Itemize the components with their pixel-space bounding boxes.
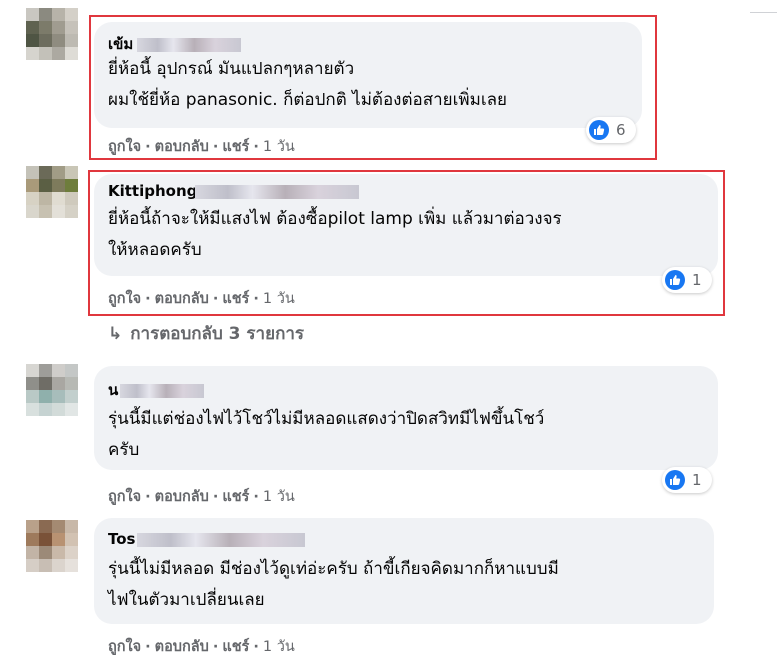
like-button[interactable]: ถูกใจ	[108, 489, 141, 505]
reply-arrow-icon: ↳	[108, 324, 123, 344]
blurred-name	[137, 532, 306, 547]
commenter-name[interactable]: Tos	[108, 530, 306, 548]
avatar[interactable]	[26, 166, 78, 218]
avatar[interactable]	[26, 364, 78, 416]
highlight-box	[88, 170, 725, 316]
highlight-box	[89, 15, 657, 160]
timestamp[interactable]: 1 วัน	[263, 639, 295, 655]
like-thumb-icon	[665, 470, 685, 490]
avatar[interactable]	[26, 8, 78, 60]
timestamp[interactable]: 1 วัน	[263, 489, 295, 505]
comment-text: รุ่นนี้มีแต่ช่องไฟไว้โชว์ไม่มีหลอดแสดงว่…	[108, 409, 545, 460]
share-button[interactable]: แชร์	[222, 639, 249, 655]
avatar[interactable]	[26, 520, 78, 572]
comment-bubble: น รุ่นนี้มีแต่ช่องไฟไว้โชว์ไม่มีหลอดแสดง…	[94, 366, 718, 470]
comment-bubble: Tos รุ่นนี้ไม่มีหลอด มีช่องไว้ดูเท่อ่ะคร…	[94, 518, 714, 624]
like-button[interactable]: ถูกใจ	[108, 639, 141, 655]
share-button[interactable]: แชร์	[222, 489, 249, 505]
comment-actions: ถูกใจ · ตอบกลับ · แชร์ · 1 วัน	[108, 489, 295, 505]
reply-button[interactable]: ตอบกลับ	[155, 639, 209, 655]
reaction-count[interactable]: 1	[662, 467, 712, 493]
comment-actions: ถูกใจ · ตอบกลับ · แชร์ · 1 วัน	[108, 639, 295, 655]
view-replies-link[interactable]: ↳ การตอบกลับ 3 รายการ	[108, 320, 304, 347]
divider	[750, 0, 777, 13]
comment-text: รุ่นนี้ไม่มีหลอด มีช่องไว้ดูเท่อ่ะครับ ถ…	[108, 559, 559, 610]
reply-button[interactable]: ตอบกลับ	[155, 489, 209, 505]
blurred-name	[120, 383, 205, 398]
commenter-name[interactable]: น	[108, 378, 205, 402]
